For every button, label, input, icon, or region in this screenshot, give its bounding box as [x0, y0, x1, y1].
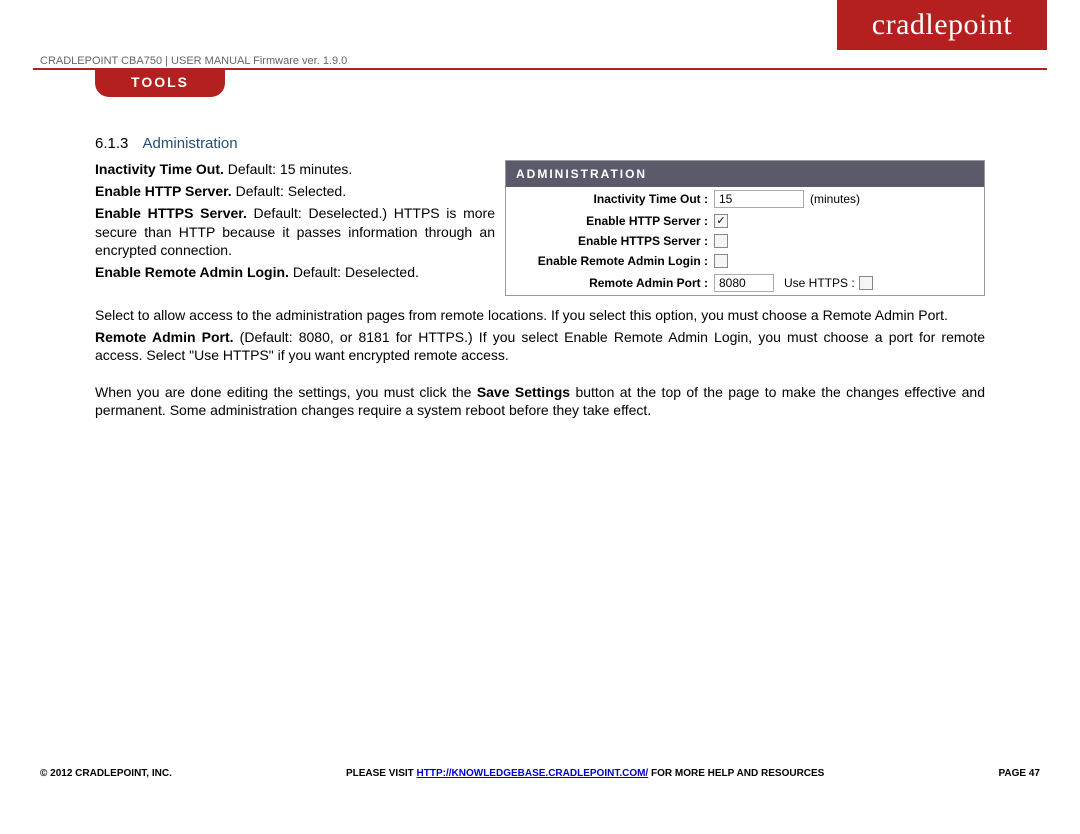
- input-inactivity[interactable]: [714, 190, 804, 208]
- para-remote-1: Enable Remote Admin Login. Default: Dese…: [95, 263, 495, 281]
- row-inactivity: Inactivity Time Out : (minutes): [506, 187, 984, 211]
- para-inactivity: Inactivity Time Out. Default: 15 minutes…: [95, 160, 495, 178]
- brand-logo: cradlepoint: [837, 0, 1047, 50]
- footer-page: PAGE 47: [998, 768, 1040, 779]
- label-use-https: Use HTTPS :: [784, 276, 855, 290]
- section-pill-tools: TOOLS: [95, 69, 225, 97]
- label-port: Remote Admin Port :: [514, 276, 714, 290]
- section-title: Administration: [143, 135, 238, 152]
- footer-link[interactable]: HTTP://KNOWLEDGEBASE.CRADLEPOINT.COM/: [417, 768, 649, 779]
- para-port: Remote Admin Port. (Default: 8080, or 81…: [95, 328, 985, 364]
- page-content: 6.1.3 Administration Administration Inac…: [95, 135, 985, 423]
- admin-panel: Administration Inactivity Time Out : (mi…: [505, 160, 985, 296]
- label-remote: Enable Remote Admin Login :: [514, 254, 714, 268]
- input-port[interactable]: [714, 274, 774, 292]
- para-http: Enable HTTP Server. Default: Selected.: [95, 182, 495, 200]
- admin-panel-header: Administration: [506, 161, 984, 187]
- checkbox-remote[interactable]: [714, 254, 728, 268]
- page-footer: © 2012 CRADLEPOINT, INC. PLEASE VISIT HT…: [40, 768, 1040, 779]
- label-http: Enable HTTP Server :: [514, 214, 714, 228]
- row-https: Enable HTTPS Server :: [506, 231, 984, 251]
- checkbox-http[interactable]: [714, 214, 728, 228]
- row-port: Remote Admin Port : Use HTTPS :: [506, 271, 984, 295]
- para-https: Enable HTTPS Server. Default: Deselected…: [95, 204, 495, 259]
- doc-header-line: CRADLEPOINT CBA750 | USER MANUAL Firmwar…: [40, 55, 347, 67]
- left-text-column: Inactivity Time Out. Default: 15 minutes…: [95, 160, 495, 285]
- label-inactivity: Inactivity Time Out :: [514, 192, 714, 206]
- row-http: Enable HTTP Server :: [506, 211, 984, 231]
- row-remote: Enable Remote Admin Login :: [506, 251, 984, 271]
- section-heading: 6.1.3 Administration: [95, 135, 985, 152]
- para-remote-2: Select to allow access to the administra…: [95, 306, 985, 324]
- footer-copyright: © 2012 CRADLEPOINT, INC.: [40, 768, 172, 779]
- checkbox-https[interactable]: [714, 234, 728, 248]
- section-number: 6.1.3: [95, 135, 128, 152]
- footer-mid: PLEASE VISIT HTTP://KNOWLEDGEBASE.CRADLE…: [346, 768, 824, 779]
- label-https: Enable HTTPS Server :: [514, 234, 714, 248]
- checkbox-use-https[interactable]: [859, 276, 873, 290]
- para-save: When you are done editing the settings, …: [95, 383, 985, 419]
- unit-minutes: (minutes): [810, 192, 860, 206]
